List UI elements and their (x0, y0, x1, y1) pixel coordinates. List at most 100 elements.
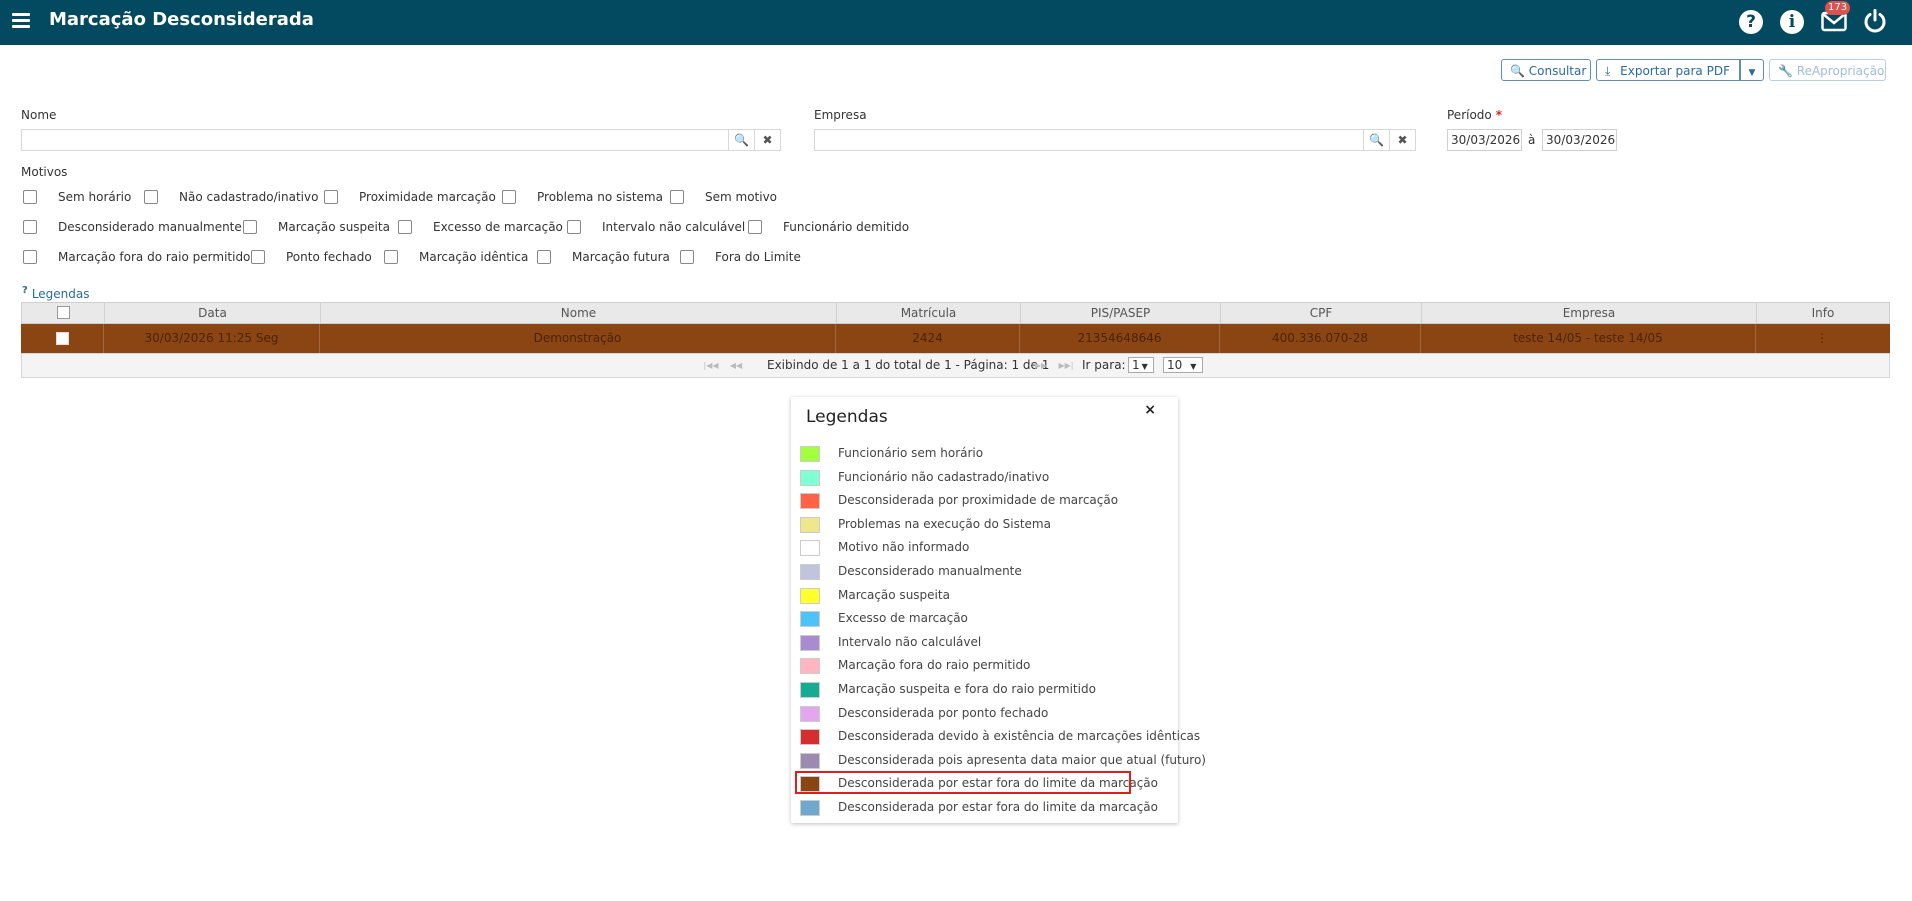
page-size-select[interactable]: 10 ▼ (1163, 357, 1203, 373)
motivos-label: Motivos (21, 165, 68, 179)
legend-item: Motivo não informado (800, 537, 1169, 559)
legend-item-label: Marcação fora do raio permitido (838, 658, 1031, 673)
legend-item: Desconsiderado manualmente (800, 561, 1169, 583)
export-dropdown-button[interactable]: ▼ (1740, 59, 1764, 81)
checkbox-nao-cadastrado[interactable] (144, 190, 158, 204)
row-select-cell (21, 324, 104, 353)
motivo-label: Marcação suspeita (278, 220, 390, 234)
checkbox-fora-raio[interactable] (23, 250, 37, 264)
legendas-link[interactable]: ? Legendas (22, 285, 90, 301)
legend-item-label: Desconsiderada devido à existência de ma… (838, 729, 1201, 744)
date-from-input[interactable]: 30/03/2026 (1447, 129, 1522, 151)
motivo-label: Proximidade marcação (359, 190, 496, 204)
checkbox-marcacao-futura[interactable] (537, 250, 551, 264)
legend-item: Desconsiderada por estar fora do limite … (800, 797, 1169, 819)
legend-item: Excesso de marcação (800, 608, 1169, 630)
hamburger-menu-icon[interactable] (12, 10, 36, 34)
header-pis[interactable]: PIS/PASEP (1021, 303, 1221, 323)
info-circle-icon[interactable]: i (1780, 10, 1804, 34)
export-pdf-button[interactable]: ⤓ Exportar para PDF (1596, 59, 1740, 81)
nome-field[interactable]: 🔍 ✖ (21, 129, 781, 151)
legend-color-swatch (800, 800, 820, 816)
legend-item-label: Desconsiderada por proximidade de marcaç… (838, 493, 1119, 508)
checkbox-desconsiderado-manualmente[interactable] (23, 220, 37, 234)
legend-color-swatch (800, 540, 820, 557)
legend-item-label: Funcionário sem horário (838, 446, 984, 460)
legend-color-swatch (800, 493, 820, 510)
legend-item: Funcionário sem horário (800, 443, 1169, 465)
checkbox-sem-horario[interactable] (23, 190, 37, 204)
legend-item-label: Motivo não informado (838, 540, 970, 555)
top-bar: Marcação Desconsiderada ? i 173 (0, 0, 1912, 45)
header-nome[interactable]: Nome (321, 303, 837, 323)
checkbox-ponto-fechado[interactable] (251, 250, 265, 264)
legend-color-swatch (800, 611, 820, 628)
checkbox-marcacao-suspeita[interactable] (243, 220, 257, 234)
legend-item: Intervalo não calculável (800, 632, 1169, 654)
motivo-label: Excesso de marcação (433, 220, 563, 234)
row-checkbox[interactable] (56, 332, 69, 345)
required-marker: * (1495, 108, 1503, 122)
question-circle-icon[interactable]: ? (1739, 10, 1763, 34)
legend-color-swatch (800, 705, 820, 722)
empresa-field[interactable]: 🔍 ✖ (814, 129, 1416, 151)
cell-pis: 21354648646 (1020, 324, 1220, 353)
power-icon[interactable] (1862, 8, 1890, 36)
header-cpf[interactable]: CPF (1221, 303, 1422, 323)
next-page-icon[interactable]: ▶▶ (1032, 359, 1050, 372)
table-header: Data Nome Matrícula PIS/PASEP CPF Empres… (21, 302, 1890, 324)
motivo-label: Não cadastrado/inativo (179, 190, 319, 204)
legend-color-swatch (800, 658, 820, 675)
header-info[interactable]: Info (1757, 303, 1889, 323)
page-title: Marcação Desconsiderada (49, 9, 314, 30)
legend-item-label: Desconsiderado manualmente (838, 564, 1022, 578)
select-all-checkbox[interactable] (57, 306, 70, 319)
legend-color-swatch (800, 446, 820, 462)
legend-item: Desconsiderada devido à existência de ma… (800, 726, 1200, 748)
legend-color-swatch (800, 564, 820, 580)
motivo-label: Ponto fechado (286, 250, 372, 264)
header-empresa[interactable]: Empresa (1422, 303, 1757, 323)
motivo-label: Marcação idêntica (419, 250, 529, 264)
search-icon[interactable]: 🔍 (728, 130, 754, 150)
info-icon[interactable]: ⋮ (1756, 324, 1888, 353)
legend-item-label: Desconsiderada por ponto fechado (838, 705, 1049, 720)
legend-item-label: Problemas na execução do Sistema (838, 516, 1051, 531)
empresa-label: Empresa (814, 108, 867, 122)
motivo-label: Fora do Limite (715, 250, 801, 264)
checkbox-funcionario-demitido[interactable] (748, 220, 762, 234)
clear-icon[interactable]: ✖ (1389, 130, 1415, 150)
checkbox-excesso-marcacao[interactable] (398, 220, 412, 234)
legend-item-label: Desconsiderada por estar fora do limite … (838, 800, 1159, 814)
legend-item: Funcionário não cadastrado/inativo (800, 467, 1169, 489)
table-row[interactable]: 30/03/2026 11:25 Seg Demonstração 2424 2… (21, 324, 1890, 353)
checkbox-proximidade[interactable] (324, 190, 338, 204)
first-page-icon[interactable]: |◀◀ (702, 359, 720, 372)
checkbox-fora-limite[interactable] (680, 250, 694, 264)
legend-item: Marcação fora do raio permitido (800, 655, 1169, 677)
header-matricula[interactable]: Matrícula (837, 303, 1021, 323)
cell-cpf: 400.336.070-28 (1220, 324, 1421, 353)
clear-icon[interactable]: ✖ (754, 130, 780, 150)
date-to-input[interactable]: 30/03/2026 (1542, 129, 1617, 151)
reapropriacao-button[interactable]: 🔧 ReApropriação (1769, 59, 1886, 81)
header-data[interactable]: Data (105, 303, 321, 323)
date-separator: à (1528, 133, 1536, 147)
search-icon[interactable]: 🔍 (1363, 130, 1389, 150)
goto-page-select[interactable]: 1 ▼ (1128, 357, 1154, 373)
checkbox-marcacao-identica[interactable] (384, 250, 398, 264)
checkbox-problema-sistema[interactable] (502, 190, 516, 204)
checkbox-intervalo[interactable] (567, 220, 581, 234)
last-page-icon[interactable]: ▶▶| (1057, 359, 1075, 372)
pagination-bar: |◀◀ ◀◀ Exibindo de 1 a 1 do total de 1 -… (21, 353, 1890, 378)
select-all-column (22, 303, 105, 323)
legend-item: Desconsiderada por ponto fechado (800, 703, 1169, 725)
legend-color-swatch (800, 682, 820, 698)
legend-title: Legendas (806, 407, 888, 427)
consultar-button[interactable]: 🔍 Consultar (1501, 59, 1591, 81)
close-icon[interactable]: × (1144, 402, 1156, 418)
checkbox-sem-motivo[interactable] (670, 190, 684, 204)
legend-color-swatch (800, 587, 820, 604)
prev-page-icon[interactable]: ◀◀ (727, 359, 745, 372)
legend-item: Desconsiderada pois apresenta data maior… (800, 750, 1206, 772)
